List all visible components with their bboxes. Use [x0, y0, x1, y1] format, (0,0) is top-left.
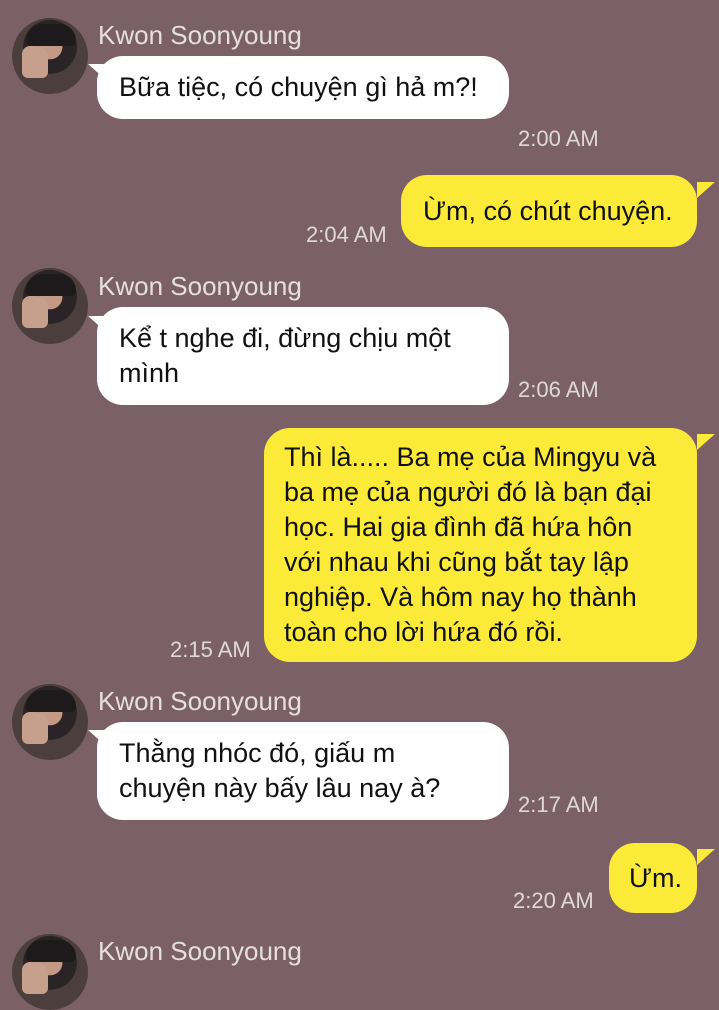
- sender-name: Kwon Soonyoung: [98, 686, 302, 716]
- message-bubble-incoming[interactable]: Kể t nghe đi, đừng chịu một mình: [97, 307, 509, 405]
- message-bubble-incoming[interactable]: Thằng nhóc đó, giấu m chuyện này bấy lâu…: [97, 722, 509, 820]
- message-time: 2:06 AM: [518, 377, 599, 402]
- message-time: 2:17 AM: [518, 792, 599, 817]
- bubble-tail: [697, 182, 715, 198]
- message-time: 2:04 AM: [306, 222, 387, 247]
- avatar[interactable]: [12, 684, 88, 760]
- message-time: 2:15 AM: [170, 637, 251, 662]
- bubble-tail: [697, 434, 715, 450]
- message-time: 2:00 AM: [518, 126, 599, 151]
- avatar[interactable]: [12, 934, 88, 1010]
- sender-name: Kwon Soonyoung: [98, 20, 302, 50]
- avatar[interactable]: [12, 18, 88, 94]
- message-bubble-outgoing[interactable]: Thì là..... Ba mẹ của Mingyu và ba mẹ củ…: [264, 428, 697, 662]
- message-bubble-incoming[interactable]: Bữa tiệc, có chuyện gì hả m?!: [97, 56, 509, 119]
- message-time: 2:20 AM: [513, 888, 594, 913]
- bubble-tail: [697, 849, 715, 865]
- sender-name: Kwon Soonyoung: [98, 271, 302, 301]
- sender-name: Kwon Soonyoung: [98, 936, 302, 966]
- message-bubble-outgoing[interactable]: Ừm, có chút chuyện.: [401, 175, 697, 247]
- chat-thread[interactable]: Kwon Soonyoung Bữa tiệc, có chuyện gì hả…: [0, 0, 719, 1010]
- avatar[interactable]: [12, 268, 88, 344]
- message-bubble-outgoing[interactable]: Ừm.: [609, 843, 697, 913]
